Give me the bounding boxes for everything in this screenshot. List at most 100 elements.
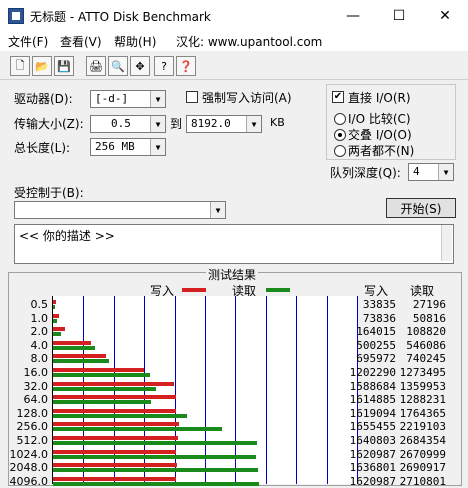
write-bar bbox=[53, 381, 174, 386]
write-bar bbox=[53, 463, 177, 468]
transfer-from-value: 0.5 bbox=[111, 117, 131, 130]
maximize-button[interactable]: ☐ bbox=[376, 0, 422, 31]
start-button[interactable]: 开始(S) bbox=[386, 198, 456, 218]
context-help-icon[interactable]: ❓ bbox=[176, 56, 196, 76]
open-icon[interactable]: 📂 bbox=[32, 56, 52, 76]
write-value: 1202290 bbox=[349, 366, 396, 379]
write-bar bbox=[53, 436, 178, 440]
read-bar bbox=[53, 400, 151, 405]
help-icon[interactable]: ? bbox=[154, 56, 174, 76]
close-button[interactable]: ✕ bbox=[422, 0, 468, 31]
read-bar bbox=[53, 427, 222, 432]
read-value: 2219103 bbox=[399, 420, 446, 434]
read-value: 1764365 bbox=[399, 406, 446, 420]
write-bar bbox=[53, 354, 106, 359]
y-tick-label: 8.0 bbox=[30, 352, 49, 366]
print-preview-icon[interactable]: 🔍 bbox=[108, 56, 128, 76]
read-bar bbox=[53, 373, 150, 377]
legend-read-swatch bbox=[266, 288, 290, 292]
y-tick-label: 32.0 bbox=[23, 379, 49, 393]
transfer-to-select[interactable]: 8192.0 ▼ bbox=[186, 115, 262, 133]
read-value: 1288231 bbox=[399, 393, 446, 407]
y-tick-label: 16.0 bbox=[23, 366, 49, 379]
read-value: 50816 bbox=[412, 311, 446, 325]
drive-value: [-d-] bbox=[95, 92, 129, 105]
minimize-button[interactable]: — bbox=[330, 0, 376, 31]
io-compare-radio[interactable] bbox=[334, 113, 346, 125]
neither-label: 两者都不(N) bbox=[348, 144, 415, 158]
menu-localization[interactable]: 汉化: www.upantool.com bbox=[176, 33, 322, 50]
chevron-down-icon: ▼ bbox=[438, 164, 453, 180]
write-bar bbox=[53, 327, 65, 332]
write-bar bbox=[53, 449, 176, 454]
write-value: 1588684 bbox=[349, 379, 396, 393]
window-title: 无标题 - ATTO Disk Benchmark bbox=[30, 10, 211, 24]
write-bar bbox=[53, 422, 179, 427]
y-tick-label: 64.0 bbox=[23, 393, 49, 407]
chevron-down-icon: ▼ bbox=[150, 116, 165, 132]
total-length-label: 总长度(L): bbox=[14, 141, 71, 155]
write-bar bbox=[53, 395, 176, 400]
write-value: 695972 bbox=[356, 352, 396, 366]
legend-write-swatch bbox=[182, 288, 206, 292]
y-tick-label: 1024.0 bbox=[9, 447, 49, 461]
read-value: 1359953 bbox=[399, 379, 446, 393]
read-bar bbox=[53, 413, 187, 418]
menu-view[interactable]: 查看(V) bbox=[60, 33, 102, 50]
transfer-to-value: 8192.0 bbox=[191, 117, 231, 130]
grid-line bbox=[296, 296, 297, 484]
y-tick-label: 512.0 bbox=[16, 434, 49, 447]
total-length-select[interactable]: 256 MB ▼ bbox=[90, 138, 166, 156]
y-tick-label: 128.0 bbox=[16, 406, 49, 420]
read-value: 546086 bbox=[406, 338, 446, 352]
menu-file[interactable]: 文件(F) bbox=[8, 33, 48, 50]
read-bar bbox=[53, 386, 156, 391]
write-bar bbox=[53, 476, 176, 481]
drive-select[interactable]: [-d-] ▼ bbox=[90, 90, 166, 108]
overlap-io-radio[interactable] bbox=[334, 129, 346, 141]
read-bar bbox=[53, 345, 95, 350]
grid-line bbox=[266, 296, 267, 484]
queue-depth-label: 队列深度(Q): bbox=[330, 166, 401, 180]
y-tick-label: 0.5 bbox=[30, 298, 49, 311]
read-value: 108820 bbox=[406, 325, 446, 339]
force-write-label: 强制写入访问(A) bbox=[202, 91, 292, 105]
y-tick-label: 256.0 bbox=[16, 420, 49, 434]
overlap-io-label: 交叠 I/O(O) bbox=[348, 128, 412, 142]
move-icon[interactable]: ✥ bbox=[130, 56, 150, 76]
force-write-checkbox[interactable] bbox=[186, 91, 198, 103]
y-tick-label: 4096.0 bbox=[9, 474, 49, 488]
neither-radio[interactable] bbox=[334, 145, 346, 157]
save-icon[interactable]: 💾 bbox=[54, 56, 74, 76]
write-value: 1614885 bbox=[349, 393, 396, 407]
read-value: 2670999 bbox=[399, 447, 446, 461]
write-value: 164015 bbox=[356, 325, 396, 339]
read-value: 1273495 bbox=[399, 366, 446, 379]
read-value: 27196 bbox=[412, 298, 446, 311]
read-value: 740245 bbox=[406, 352, 446, 366]
read-bar bbox=[53, 441, 257, 445]
write-value: 1655455 bbox=[349, 420, 396, 434]
write-value: 1619094 bbox=[349, 406, 396, 420]
write-bar bbox=[53, 300, 56, 304]
menu-help[interactable]: 帮助(H) bbox=[114, 33, 156, 50]
total-length-value: 256 MB bbox=[95, 140, 135, 153]
chevron-down-icon: ▼ bbox=[150, 139, 165, 155]
write-value: 1640803 bbox=[349, 434, 396, 447]
print-icon[interactable]: 🖨 bbox=[86, 56, 106, 76]
transfer-from-select[interactable]: 0.5 ▼ bbox=[90, 115, 166, 133]
new-icon[interactable]: 🗋 bbox=[10, 56, 30, 76]
description-text: << 你的描述 >> bbox=[19, 229, 115, 243]
grid-line bbox=[327, 296, 328, 484]
y-tick-label: 2.0 bbox=[30, 325, 49, 339]
description-scrollbar[interactable] bbox=[441, 225, 452, 261]
read-value: 2710801 bbox=[399, 474, 446, 488]
read-value: 2684354 bbox=[399, 434, 446, 447]
write-value: 1620987 bbox=[349, 474, 396, 488]
queue-depth-select[interactable]: 4 ▼ bbox=[408, 163, 454, 181]
description-textarea[interactable]: << 你的描述 >> bbox=[14, 224, 454, 264]
chevron-down-icon: ▼ bbox=[150, 91, 165, 107]
chevron-down-icon: ▼ bbox=[210, 202, 225, 218]
controlled-by-select[interactable]: ▼ bbox=[14, 201, 226, 219]
write-value: 500255 bbox=[356, 338, 396, 352]
